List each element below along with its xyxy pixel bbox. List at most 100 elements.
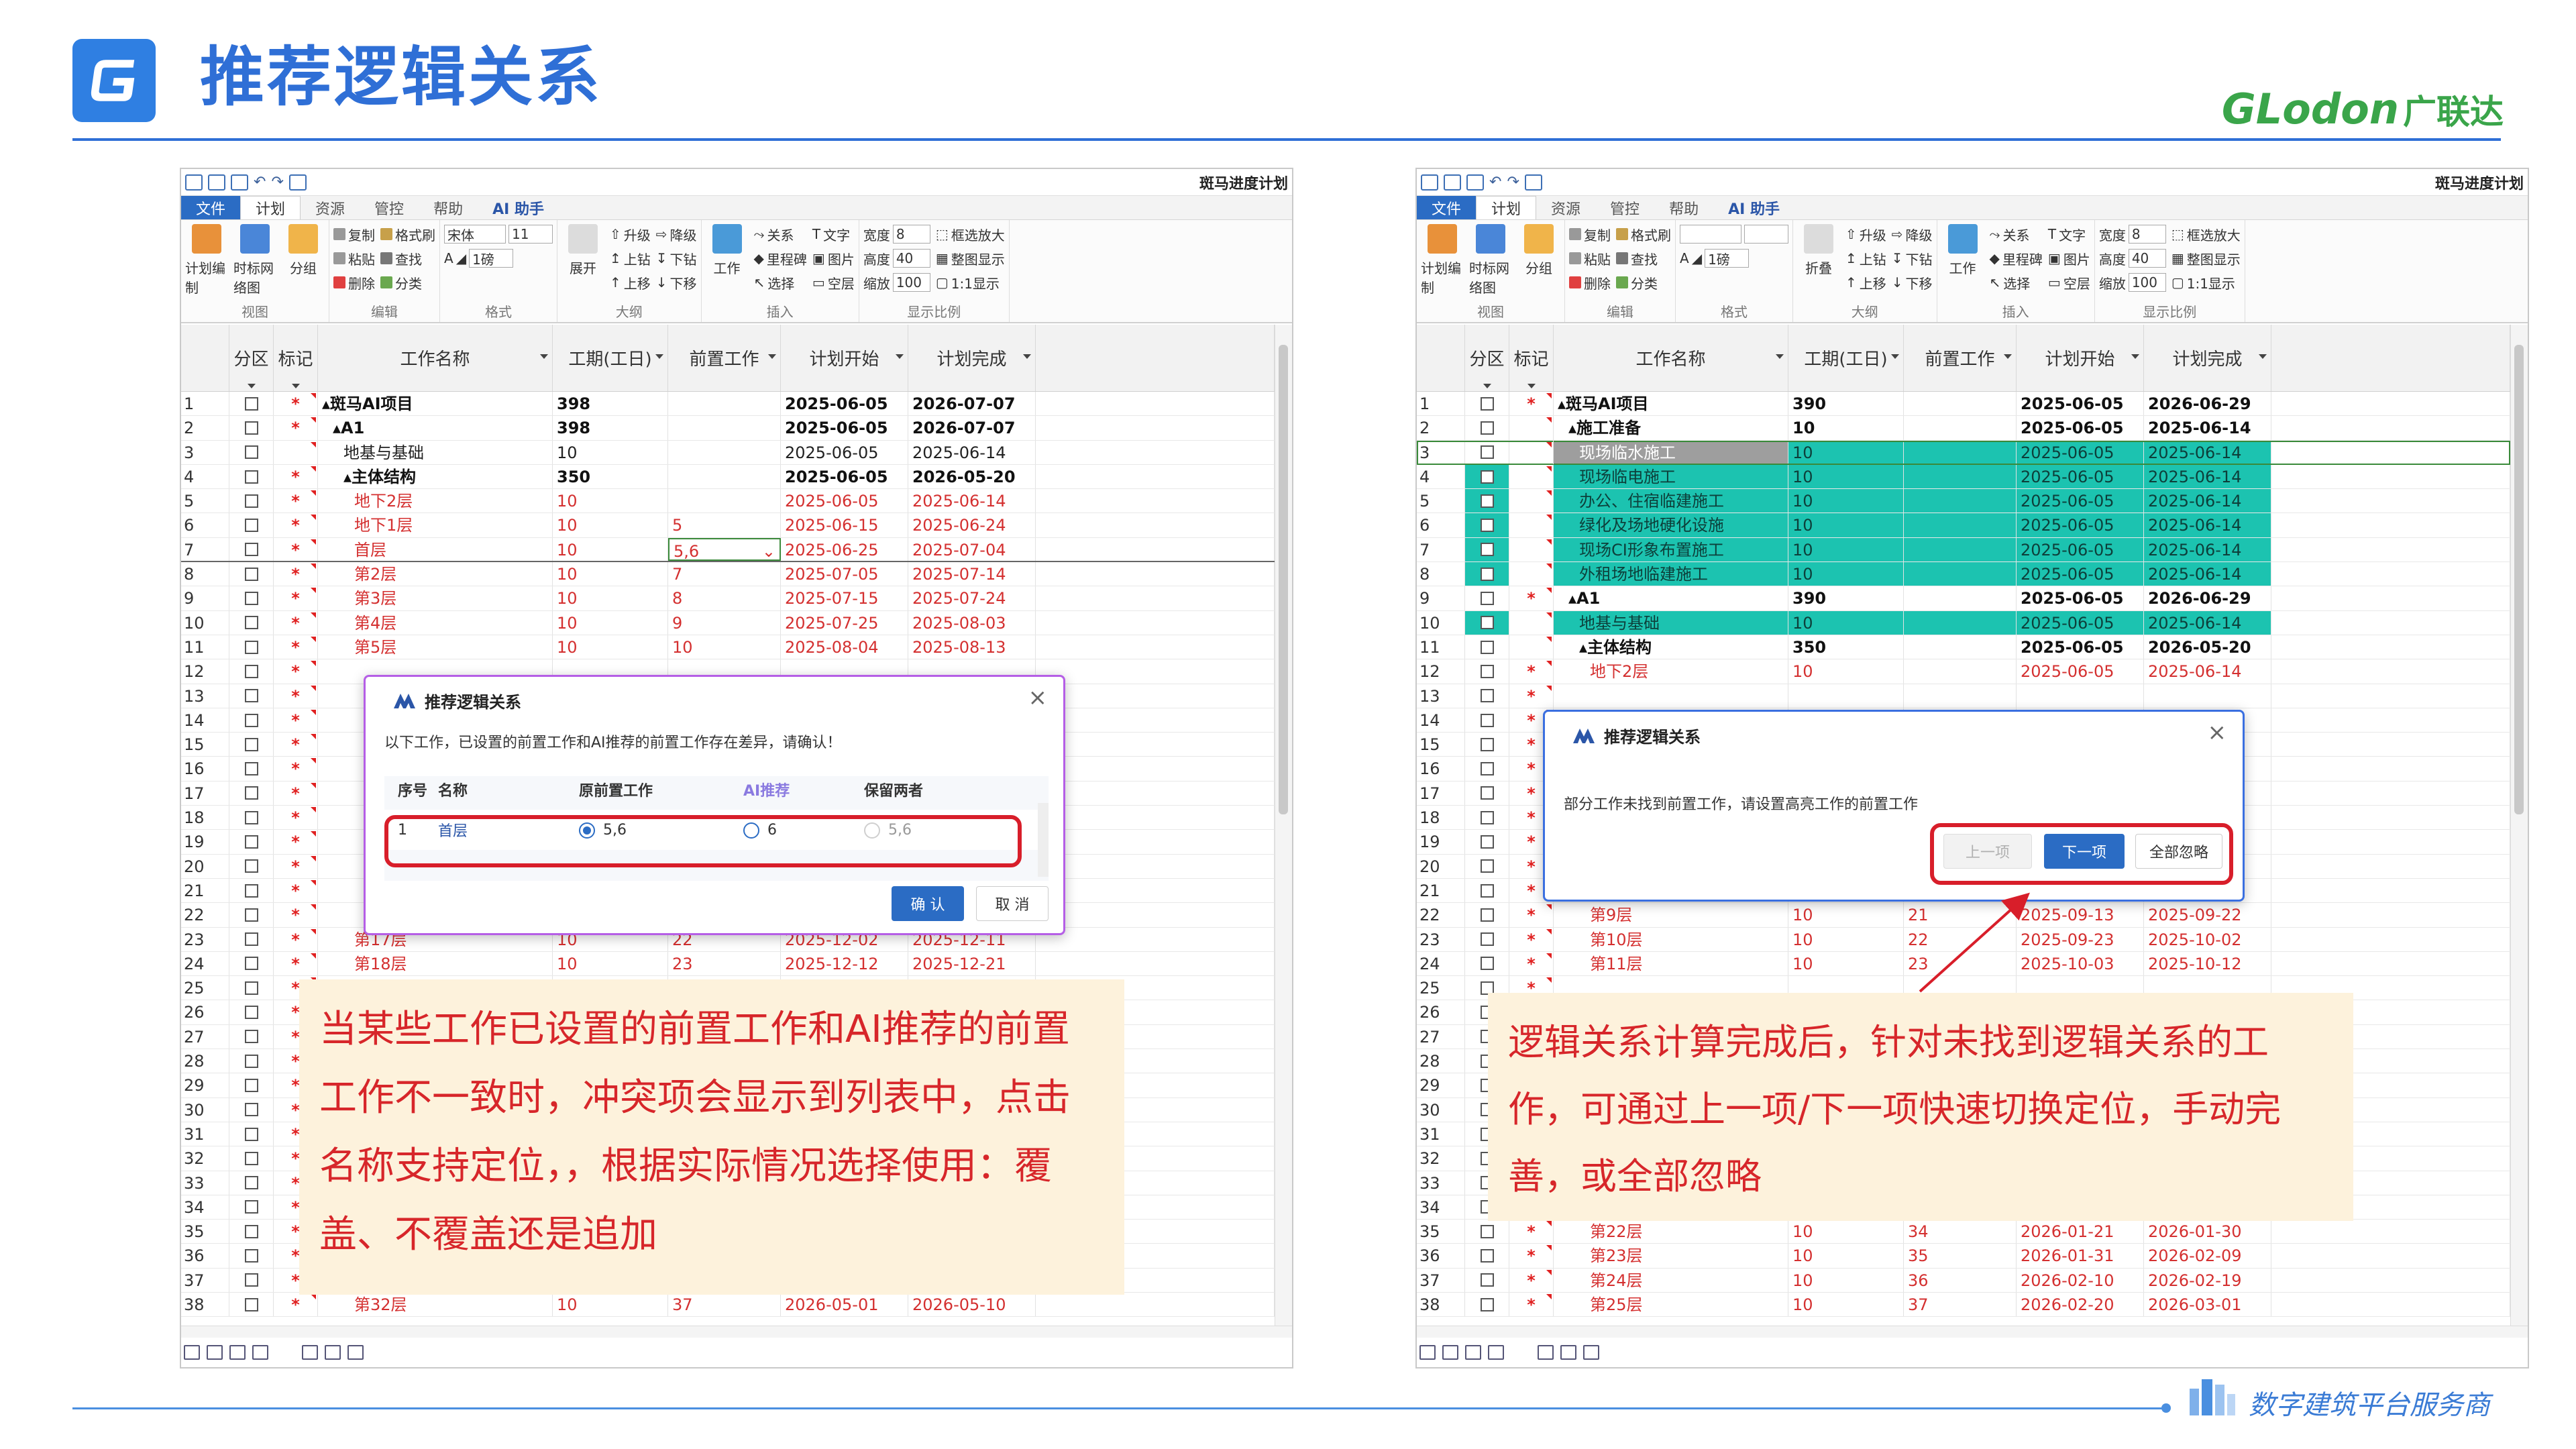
- plan-end-cell[interactable]: 2026-05-20: [2144, 635, 2271, 659]
- work-name-cell[interactable]: 第4层: [318, 610, 553, 635]
- actual-size-button[interactable]: ▢ 1:1显示: [936, 272, 1005, 292]
- downgrade-button[interactable]: ⇨ 降级: [1892, 224, 1933, 244]
- row-checkbox-cell[interactable]: [229, 830, 274, 854]
- work-name-cell[interactable]: 第5层: [318, 635, 553, 659]
- row-checkbox-cell[interactable]: [1465, 586, 1509, 610]
- duration-cell[interactable]: 350: [1788, 635, 1904, 659]
- row-checkbox[interactable]: [1480, 396, 1494, 411]
- row-checkbox-cell[interactable]: [229, 464, 274, 489]
- font-color-icon[interactable]: A: [1680, 250, 1689, 266]
- work-name-cell[interactable]: ▴斑马AI项目: [318, 392, 553, 416]
- row-checkbox-cell[interactable]: [1465, 1268, 1509, 1292]
- find-button[interactable]: 查找: [1616, 248, 1671, 268]
- row-checkbox[interactable]: [1480, 1249, 1494, 1263]
- work-name-cell[interactable]: 现场临电施工: [1554, 464, 1788, 489]
- row-checkbox[interactable]: [244, 616, 258, 630]
- zoom-input[interactable]: 100: [2128, 273, 2166, 292]
- row-checkbox-cell[interactable]: [1465, 1220, 1509, 1244]
- box-zoom-button[interactable]: ⬚ 框选放大: [936, 224, 1005, 244]
- table-row[interactable]: 4 * ▴主体结构 350 2025-06-05 2026-05-20: [181, 464, 1275, 490]
- work-name-cell[interactable]: ▴主体结构: [1554, 635, 1788, 659]
- row-checkbox[interactable]: [244, 810, 258, 824]
- row-checkbox-cell[interactable]: [229, 586, 274, 610]
- layout-icon[interactable]: [347, 1345, 364, 1360]
- plan-end-cell[interactable]: 2025-09-22: [2144, 903, 2271, 927]
- plan-start-cell[interactable]: 2025-06-05: [2017, 537, 2144, 562]
- row-checkbox-cell[interactable]: [1465, 878, 1509, 903]
- row-checkbox-cell[interactable]: [229, 537, 274, 561]
- height-input[interactable]: 40: [2128, 249, 2166, 268]
- duration-cell[interactable]: 10: [1788, 1268, 1904, 1292]
- work-name-cell[interactable]: 第10层: [1554, 927, 1788, 951]
- vertical-scrollbar[interactable]: [1275, 325, 1292, 1338]
- drill-up-button[interactable]: ↥ 上钻: [610, 248, 651, 268]
- row-checkbox-cell[interactable]: [229, 757, 274, 781]
- row-checkbox-cell[interactable]: [229, 635, 274, 659]
- classify-button[interactable]: 分类: [1616, 272, 1671, 292]
- plan-start-cell[interactable]: 2026-01-21: [2017, 1220, 2144, 1244]
- table-row[interactable]: 37 * 第24层 10 36 2026-02-10 2026-02-19: [1417, 1268, 2510, 1293]
- predecessor-cell[interactable]: [1904, 440, 2017, 464]
- new-file-icon[interactable]: [208, 174, 225, 191]
- row-checkbox[interactable]: [1480, 494, 1494, 508]
- predecessor-cell[interactable]: [1904, 610, 2017, 635]
- row-checkbox[interactable]: [1480, 592, 1494, 606]
- duration-cell[interactable]: 10: [553, 610, 668, 635]
- row-checkbox-cell[interactable]: [229, 854, 274, 878]
- duration-cell[interactable]: 10: [1788, 537, 1904, 562]
- duration-cell[interactable]: 10: [1788, 440, 1904, 464]
- row-checkbox-cell[interactable]: [229, 1292, 274, 1317]
- fit-icon[interactable]: [302, 1345, 318, 1360]
- milestone-button[interactable]: ◆ 里程碑: [1990, 248, 2043, 268]
- row-checkbox-cell[interactable]: [229, 440, 274, 464]
- row-checkbox-cell[interactable]: [229, 1122, 274, 1146]
- row-checkbox[interactable]: [1480, 957, 1494, 971]
- paste-button[interactable]: 粘贴: [1569, 248, 1611, 268]
- plan-start-cell[interactable]: 2025-06-05: [781, 440, 908, 464]
- row-checkbox-cell[interactable]: [229, 1024, 274, 1049]
- plan-end-cell[interactable]: 2025-06-14: [908, 440, 1036, 464]
- plan-end-cell[interactable]: 2026-06-29: [2144, 586, 2271, 610]
- horizontal-scrollbar[interactable]: [181, 1326, 1292, 1338]
- upgrade-button[interactable]: ⇧ 升级: [1845, 224, 1886, 244]
- predecessor-cell[interactable]: [1904, 513, 2017, 537]
- predecessor-editor[interactable]: 5,6 ⌄: [668, 537, 781, 561]
- row-checkbox[interactable]: [1480, 713, 1494, 727]
- tab-help[interactable]: 帮助: [419, 196, 478, 219]
- row-checkbox-cell[interactable]: [1465, 757, 1509, 781]
- plan-start-cell[interactable]: 2025-12-12: [781, 951, 908, 976]
- row-checkbox-cell[interactable]: [1465, 464, 1509, 489]
- plan-start-cell[interactable]: 2025-06-05: [2017, 610, 2144, 635]
- plan-start-cell[interactable]: 2025-07-05: [781, 562, 908, 586]
- plan-end-cell[interactable]: [2144, 684, 2271, 708]
- plan-end-cell[interactable]: 2026-05-10: [908, 1292, 1036, 1317]
- duration-cell[interactable]: 10: [1788, 659, 1904, 684]
- font-family-select[interactable]: 宋体: [444, 225, 506, 244]
- work-name-cell[interactable]: 绿化及场地硬化设施: [1554, 513, 1788, 537]
- new-file-icon[interactable]: [1444, 174, 1461, 191]
- table-row[interactable]: 11 * 第5层 10 10 2025-08-04 2025-08-13: [181, 635, 1275, 660]
- plan-start-cell[interactable]: 2025-06-05: [2017, 464, 2144, 489]
- plan-start-cell[interactable]: 2025-06-05: [2017, 586, 2144, 610]
- drill-down-button[interactable]: ↧ 下钻: [656, 248, 697, 268]
- row-checkbox[interactable]: [244, 396, 258, 411]
- fill-color-icon[interactable]: ◢: [456, 250, 466, 266]
- plan-end-cell[interactable]: 2025-06-24: [908, 513, 1036, 537]
- predecessor-cell[interactable]: [1904, 392, 2017, 416]
- plan-start-cell[interactable]: 2026-02-20: [2017, 1292, 2144, 1317]
- view-mode-icon[interactable]: [1419, 1345, 1436, 1360]
- duration-cell[interactable]: 10: [553, 537, 668, 561]
- row-checkbox-cell[interactable]: [1465, 635, 1509, 659]
- fit-all-button[interactable]: ▦ 整图显示: [936, 248, 1005, 268]
- fill-color-icon[interactable]: ◢: [1692, 250, 1702, 266]
- confirm-button[interactable]: 确 认: [892, 886, 964, 921]
- row-checkbox-cell[interactable]: [1465, 708, 1509, 733]
- plan-start-cell[interactable]: 2025-10-03: [2017, 951, 2144, 976]
- view-mode-icon[interactable]: [207, 1345, 223, 1360]
- predecessor-cell[interactable]: 37: [1904, 1292, 2017, 1317]
- image-button[interactable]: ▣ 图片: [812, 248, 855, 268]
- row-checkbox[interactable]: [1480, 835, 1494, 849]
- row-checkbox-cell[interactable]: [1465, 1244, 1509, 1268]
- row-checkbox[interactable]: [244, 883, 258, 898]
- row-checkbox[interactable]: [244, 494, 258, 508]
